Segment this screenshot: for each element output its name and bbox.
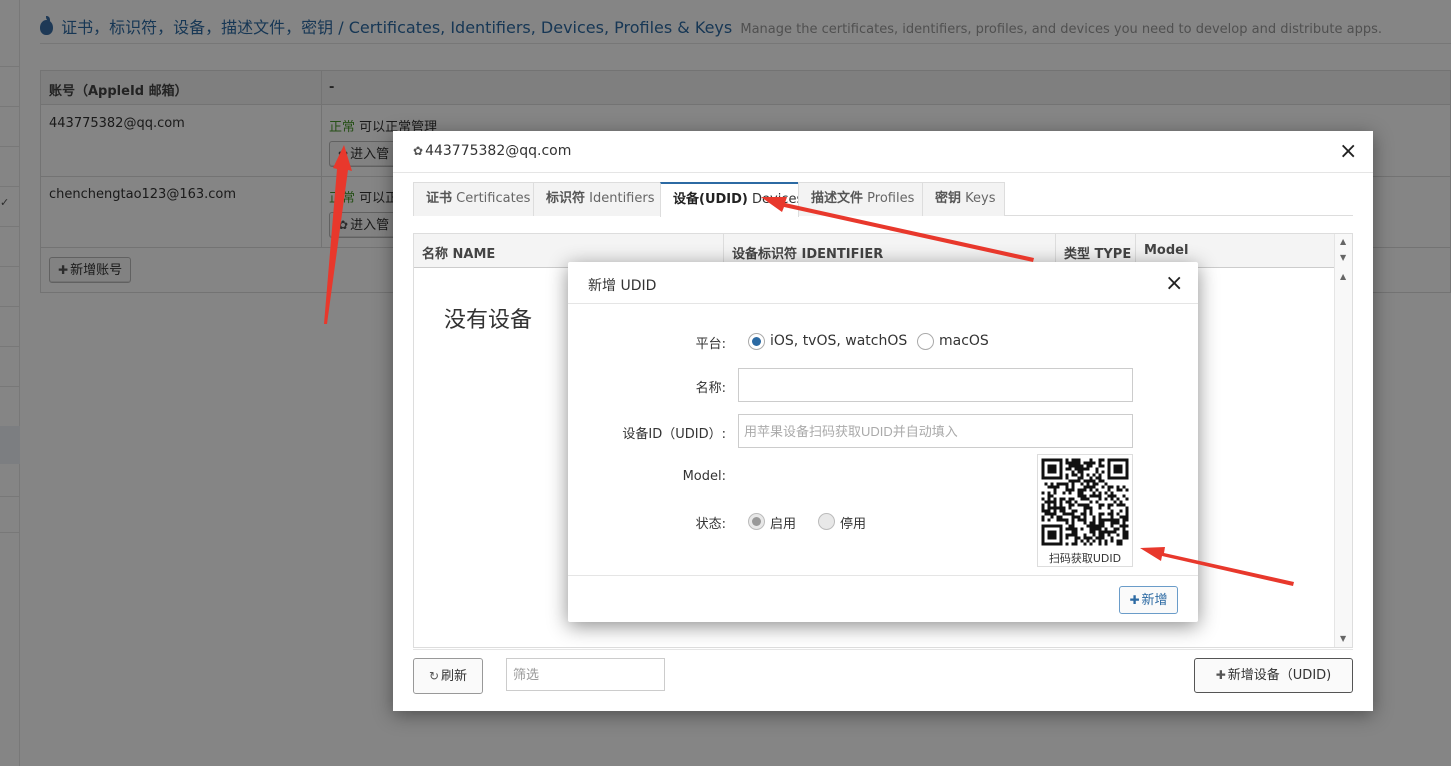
add-udid-button[interactable]: ✚ 新增 — [1119, 586, 1178, 614]
col-name[interactable]: 名称 NAME — [422, 243, 495, 262]
tab-keys[interactable]: 密钥 Keys — [922, 182, 1005, 216]
refresh-icon: ↻ — [428, 669, 440, 683]
close-icon[interactable]: × — [1165, 273, 1183, 295]
name-label: 名称: — [695, 381, 726, 396]
dialog-title: ✿ 443775382@qq.com — [413, 143, 572, 159]
plus-icon: ✚ — [1215, 668, 1226, 682]
qr-caption: 扫码获取UDID — [1048, 552, 1122, 565]
platform-radio-ios[interactable] — [748, 333, 765, 350]
udid-label: 设备ID（UDID）: — [622, 427, 726, 442]
tab-identifiers[interactable]: 标识符 Identifiers — [533, 182, 661, 216]
status-radio-enabled[interactable] — [748, 513, 765, 530]
model-label: Model: — [682, 469, 726, 484]
name-input[interactable] — [738, 368, 1133, 402]
tab-profiles[interactable]: 描述文件 Profiles — [798, 182, 923, 216]
refresh-button[interactable]: ↻ 刷新 — [413, 658, 483, 694]
table-scrollbar[interactable]: ▲ ▼ ▲ ▼ — [1334, 234, 1352, 647]
scroll-down-icon[interactable]: ▼ — [1340, 253, 1346, 262]
close-icon[interactable]: × — [1339, 141, 1357, 163]
status-option-enabled[interactable]: 启用 — [770, 513, 796, 532]
gear-icon: ✿ — [413, 144, 424, 158]
status-label: 状态: — [695, 517, 726, 532]
scroll-up-icon[interactable]: ▲ — [1340, 237, 1346, 246]
col-identifier[interactable]: 设备标识符 IDENTIFIER — [732, 243, 883, 262]
col-type[interactable]: 类型 TYPE — [1064, 243, 1131, 262]
dialog-tabs: 证书 Certificates 标识符 Identifiers 设备(UDID)… — [413, 182, 1353, 217]
filter-input[interactable] — [506, 658, 665, 691]
add-device-button[interactable]: ✚ 新增设备（UDID) — [1194, 658, 1353, 693]
qr-code-icon — [1041, 458, 1129, 546]
dialog-title: 新增 UDID — [588, 278, 657, 294]
dialog-header: 新增 UDID × — [568, 262, 1198, 304]
plus-icon: ✚ — [1129, 593, 1140, 607]
empty-message: 没有设备 — [444, 308, 533, 333]
scroll-down-icon[interactable]: ▼ — [1340, 634, 1346, 643]
dialog-footer-divider — [568, 575, 1198, 576]
dialog-header: ✿ 443775382@qq.com × — [393, 131, 1373, 173]
platform-option-macos[interactable]: macOS — [939, 333, 989, 349]
platform-option-ios[interactable]: iOS, tvOS, watchOS — [770, 333, 907, 349]
tab-certificates[interactable]: 证书 Certificates — [413, 182, 534, 216]
col-model[interactable]: Model — [1144, 243, 1188, 258]
platform-radio-macos[interactable] — [917, 333, 934, 350]
tab-devices[interactable]: 设备(UDID) Devices — [660, 182, 803, 217]
udid-input[interactable] — [738, 414, 1133, 448]
add-udid-dialog: 新增 UDID × 平台: iOS, tvOS, watchOS macOS 名… — [568, 262, 1198, 622]
platform-label: 平台: — [695, 337, 726, 352]
status-option-disabled[interactable]: 停用 — [840, 513, 866, 532]
dialog-footer-divider — [413, 649, 1353, 650]
status-radio-disabled[interactable] — [818, 513, 835, 530]
udid-qr-code[interactable]: 扫码获取UDID — [1037, 454, 1133, 567]
scroll-up-icon[interactable]: ▲ — [1340, 272, 1346, 281]
